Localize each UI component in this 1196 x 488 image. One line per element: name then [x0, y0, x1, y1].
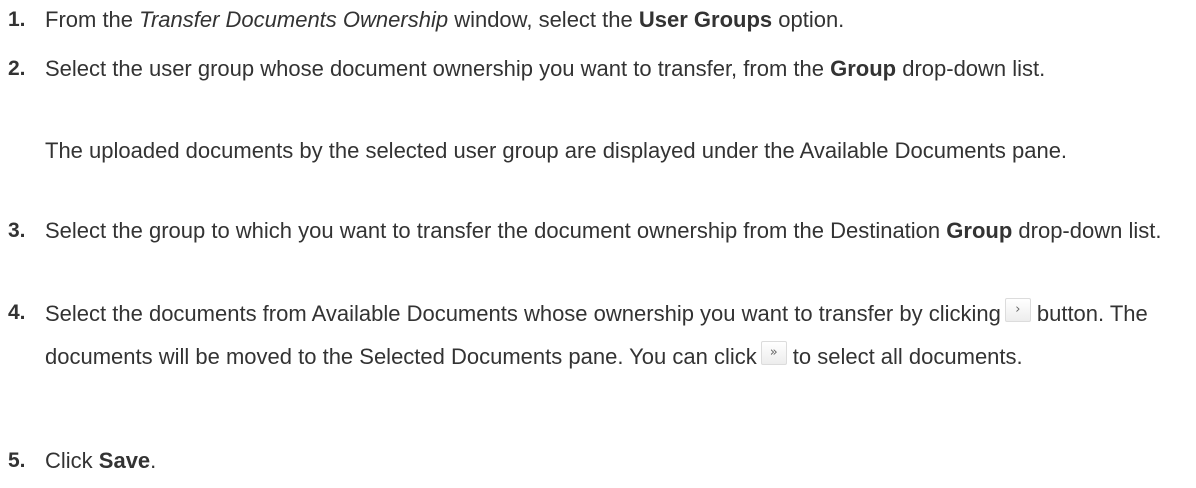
step-number: 5.	[8, 449, 26, 472]
text: .	[150, 448, 157, 473]
text: Select the group to which you want to tr…	[45, 218, 947, 243]
option-name: User Groups	[638, 7, 773, 32]
step-text: From the Transfer Documents Ownership wi…	[45, 4, 1185, 36]
move-selected-button-image: ›	[1004, 298, 1031, 322]
step-number: 1.	[8, 8, 26, 31]
text: Click	[45, 448, 99, 473]
text: drop-down list.	[896, 56, 1046, 81]
instructions-document: 1. From the Transfer Documents Ownership…	[0, 0, 1196, 488]
field-name: Group	[830, 56, 897, 81]
step-number: 3.	[8, 219, 26, 242]
text: Select the user group whose document own…	[45, 56, 831, 81]
step-text: Click Save.	[45, 445, 1185, 477]
text: to select all documents.	[792, 344, 1023, 369]
field-name: Group	[946, 218, 1013, 243]
window-name: Transfer Documents Ownership	[139, 7, 449, 32]
text: option.	[772, 7, 845, 32]
step-text: Select the user group whose document own…	[45, 53, 1185, 85]
text: From the	[45, 7, 140, 32]
step-note: The uploaded documents by the selected u…	[45, 138, 1068, 163]
text: drop-down list.	[1012, 218, 1162, 243]
move-all-button-image: »	[760, 341, 787, 365]
step-text: Select the documents from Available Docu…	[45, 292, 1185, 378]
action-name: Save	[98, 448, 151, 473]
step-number: 2.	[8, 57, 26, 80]
step-text: Select the group to which you want to tr…	[45, 215, 1185, 247]
text: Select the documents from Available Docu…	[45, 301, 1001, 326]
step-number: 4.	[8, 301, 26, 324]
text: window, select the	[448, 7, 639, 32]
